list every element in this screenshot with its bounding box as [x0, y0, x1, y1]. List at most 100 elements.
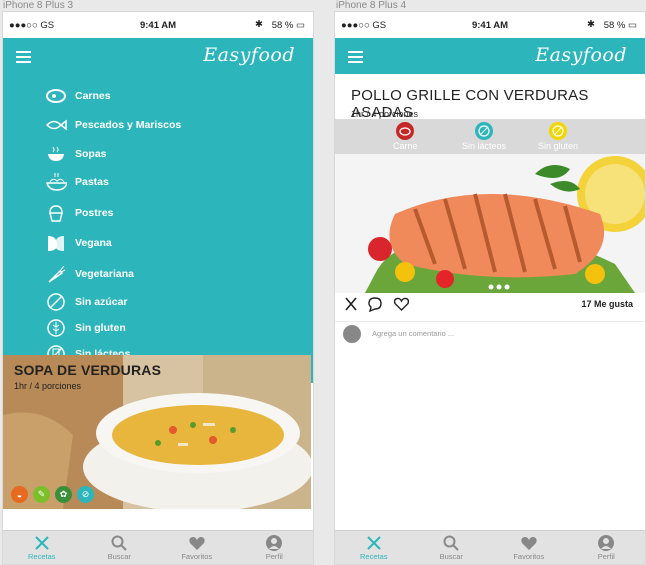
- tab-favoritos[interactable]: Favoritos: [158, 531, 236, 564]
- recipe-card-sopa[interactable]: SOPA DE VERDURAS 1hr / 4 porciones ◒ ✎ ✿…: [3, 355, 311, 509]
- search-icon: [81, 534, 159, 552]
- no-gluten-icon: [45, 318, 67, 338]
- status-bar: ●●●○○ GS 9:41 AM ✱ 58 % ▭: [335, 12, 645, 38]
- menu-label: Pescados y Mariscos: [75, 119, 182, 131]
- carrot-icon: [45, 264, 67, 284]
- recipe-tags: Carne Sin lácteos Sin gluten: [335, 119, 645, 154]
- recipe-photo: [335, 154, 645, 293]
- tab-bar: Recetas Buscar Favoritos Perfil: [3, 530, 313, 564]
- fork-knife-icon[interactable]: [343, 296, 359, 317]
- hamburger-menu-icon[interactable]: [348, 51, 363, 63]
- tab-recetas[interactable]: Recetas: [3, 531, 81, 564]
- battery-percent: 58 %: [271, 20, 294, 31]
- menu-label: Postres: [75, 207, 114, 219]
- tab-favoritos[interactable]: Favoritos: [490, 531, 568, 564]
- battery-indicator: 58 % ▭: [271, 20, 305, 31]
- likes-count: 17 Me gusta: [581, 299, 633, 309]
- carrier-label: ●●●○○ GS: [9, 20, 55, 31]
- bluetooth-icon: ✱: [255, 19, 263, 30]
- search-icon: [413, 534, 491, 552]
- no-dairy-badge-icon: ⊘: [77, 486, 94, 503]
- tab-label: Buscar: [107, 552, 131, 561]
- recipe-subtitle: 1hr / 4 porciones: [351, 109, 419, 119]
- bluetooth-icon: ✱: [587, 19, 595, 30]
- status-bar: ●●●○○ GS 9:41 AM ✱ 58 % ▭: [3, 12, 313, 38]
- tab-perfil[interactable]: Perfil: [236, 531, 314, 564]
- no-dairy-icon: [475, 122, 494, 140]
- phone-right: ●●●○○ GS 9:41 AM ✱ 58 % ▭ Easyfood POLLO…: [334, 11, 646, 565]
- recipe-actions: 17 Me gusta: [343, 296, 633, 316]
- menu-item-pastas[interactable]: Pastas: [45, 172, 109, 192]
- status-time: 9:41 AM: [139, 20, 177, 31]
- menu-item-sin-azucar[interactable]: Sin azúcar: [45, 292, 128, 312]
- pasta-icon: [45, 172, 67, 192]
- avatar-icon: [343, 325, 361, 343]
- no-sugar-icon: [45, 292, 67, 312]
- cupcake-icon: [45, 203, 67, 223]
- card-title: SOPA DE VERDURAS: [14, 362, 162, 378]
- battery-indicator: 58 % ▭: [603, 20, 637, 31]
- carrier-label: ●●●○○ GS: [341, 20, 387, 31]
- app-logo: Easyfood: [535, 44, 627, 66]
- tab-bar: Recetas Buscar Favoritos Perfil: [335, 530, 645, 564]
- app-logo: Easyfood: [203, 44, 295, 66]
- menu-item-pescados[interactable]: Pescados y Mariscos: [45, 115, 181, 135]
- menu-item-vegana[interactable]: Vegana: [45, 233, 112, 253]
- category-menu: Carnes Pescados y Mariscos Sopas Pastas …: [3, 74, 313, 383]
- soup-icon: [45, 144, 67, 164]
- menu-item-sopas[interactable]: Sopas: [45, 144, 107, 164]
- tab-label: Perfil: [597, 552, 615, 561]
- app-header: Easyfood: [3, 38, 313, 74]
- tab-label: Perfil: [265, 552, 283, 561]
- meat-icon: [45, 86, 67, 106]
- tab-label: Buscar: [439, 552, 463, 561]
- frame-label-left: iPhone 8 Plus 3: [3, 0, 74, 11]
- tab-buscar[interactable]: Buscar: [81, 531, 159, 564]
- heart-icon[interactable]: [393, 296, 410, 317]
- menu-label: Vegetariana: [75, 268, 134, 280]
- menu-label: Pastas: [75, 176, 109, 188]
- comment-input[interactable]: Agrega un comentario ...: [372, 329, 454, 338]
- tab-label: Recetas: [27, 552, 56, 561]
- battery-percent: 58 %: [603, 20, 626, 31]
- fish-icon: [45, 115, 67, 135]
- vegan-badge-icon: ✿: [55, 486, 72, 503]
- frame-label-right: iPhone 8 Plus 4: [336, 0, 407, 11]
- tab-label: Favoritos: [181, 552, 213, 561]
- menu-item-sin-gluten[interactable]: Sin gluten: [45, 318, 126, 338]
- card-badges: ◒ ✎ ✿ ⊘: [11, 486, 94, 503]
- soup-badge-icon: ◒: [11, 486, 28, 503]
- menu-label: Carnes: [75, 90, 111, 102]
- menu-label: Vegana: [75, 237, 112, 249]
- tab-recetas[interactable]: Recetas: [335, 531, 413, 564]
- menu-label: Sin azúcar: [75, 296, 128, 308]
- vegan-icon: [45, 233, 67, 253]
- card-subtitle: 1hr / 4 porciones: [14, 381, 82, 391]
- menu-label: Sopas: [75, 148, 107, 160]
- tag-carne[interactable]: Carne: [393, 122, 418, 151]
- profile-icon: [568, 534, 646, 552]
- profile-icon: [236, 534, 314, 552]
- salmon-photo: [335, 154, 645, 293]
- fork-knife-icon: [3, 534, 81, 552]
- menu-item-postres[interactable]: Postres: [45, 203, 114, 223]
- meat-icon: [396, 122, 415, 140]
- app-header: Easyfood: [335, 38, 645, 74]
- phone-left: ●●●○○ GS 9:41 AM ✱ 58 % ▭ Easyfood Carne…: [2, 11, 314, 565]
- menu-item-carnes[interactable]: Carnes: [45, 86, 111, 106]
- tab-perfil[interactable]: Perfil: [568, 531, 646, 564]
- tab-label: Recetas: [359, 552, 388, 561]
- hamburger-menu-icon[interactable]: [16, 51, 31, 63]
- comment-row: Agrega un comentario ...: [335, 321, 645, 346]
- menu-item-vegetariana[interactable]: Vegetariana: [45, 264, 134, 284]
- vegetarian-badge-icon: ✎: [33, 486, 50, 503]
- fork-knife-icon: [335, 534, 413, 552]
- menu-label: Sin gluten: [75, 322, 126, 334]
- tag-sin-lacteos[interactable]: Sin lácteos: [462, 122, 506, 151]
- heart-icon: [490, 534, 568, 552]
- tag-sin-gluten[interactable]: Sin gluten: [538, 122, 578, 151]
- tab-label: Favoritos: [513, 552, 545, 561]
- status-time: 9:41 AM: [471, 20, 509, 31]
- comment-icon[interactable]: [367, 296, 383, 317]
- tab-buscar[interactable]: Buscar: [413, 531, 491, 564]
